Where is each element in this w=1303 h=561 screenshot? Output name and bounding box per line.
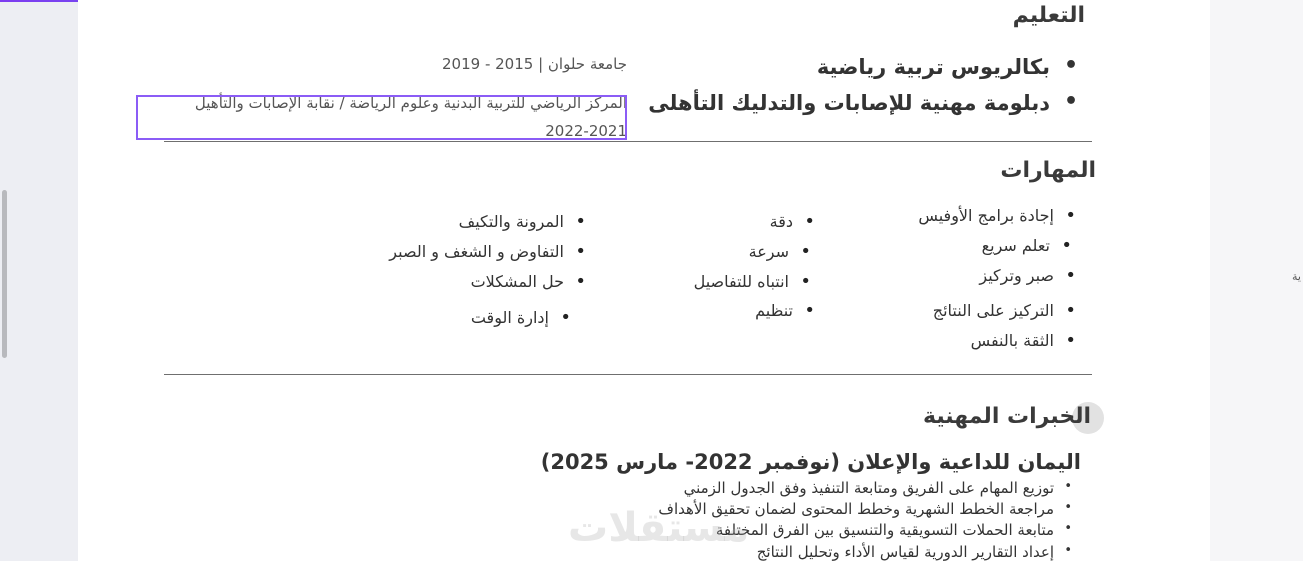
skill-item: إدارة الوقت <box>471 307 571 328</box>
duty-item: متابعة الحملات التسويقية والتنسيق بين ال… <box>716 521 1072 539</box>
skill-item: سرعة <box>749 241 812 262</box>
degree-title-2: دبلومة مهنية للإصابات والتدليك التأهلى <box>648 89 1078 115</box>
skill-item: إجادة برامج الأوفيس <box>918 205 1075 226</box>
education-heading: التعليم <box>1012 3 1085 28</box>
side-panel-text: ية <box>1292 270 1301 283</box>
skill-item: التركيز على النتائج <box>933 300 1077 321</box>
skills-heading: المهارات <box>1000 158 1096 183</box>
duty-item: إعداد التقارير الدورية لقياس الأداء وتحل… <box>757 543 1073 561</box>
section-divider-1 <box>164 141 1092 142</box>
experience-heading: الخبرات المهنية <box>922 404 1091 429</box>
skill-item: الثقة بالنفس <box>971 330 1077 351</box>
skill-item: حل المشكلات <box>471 271 587 292</box>
job-title: اليمان للداعية والإعلان (نوفمبر 2022- ما… <box>540 450 1081 474</box>
left-scrollbar[interactable] <box>2 190 7 358</box>
skill-item: دقة <box>770 211 816 232</box>
text-selection-box[interactable] <box>136 95 627 140</box>
degree-detail-1: جامعة حلوان | 2015 - 2019 <box>441 55 627 73</box>
right-side-panel <box>1210 0 1303 561</box>
skill-item: التفاوض و الشغف و الصبر <box>389 241 585 262</box>
skill-item: انتباه للتفاصيل <box>694 271 812 292</box>
duty-item: توزيع المهام على الفريق ومتابعة التنفيذ … <box>684 479 1073 497</box>
skill-item: صبر وتركيز <box>979 265 1075 286</box>
watermark-logo: مستقلات <box>568 505 750 551</box>
degree-title-1: بكالريوس تربية رياضية <box>817 53 1078 79</box>
section-divider-2 <box>164 374 1092 375</box>
skill-item: المرونة والتكيف <box>459 211 587 232</box>
skill-item: تنظيم <box>755 300 815 321</box>
skill-item: تعلم سريع <box>982 235 1073 256</box>
